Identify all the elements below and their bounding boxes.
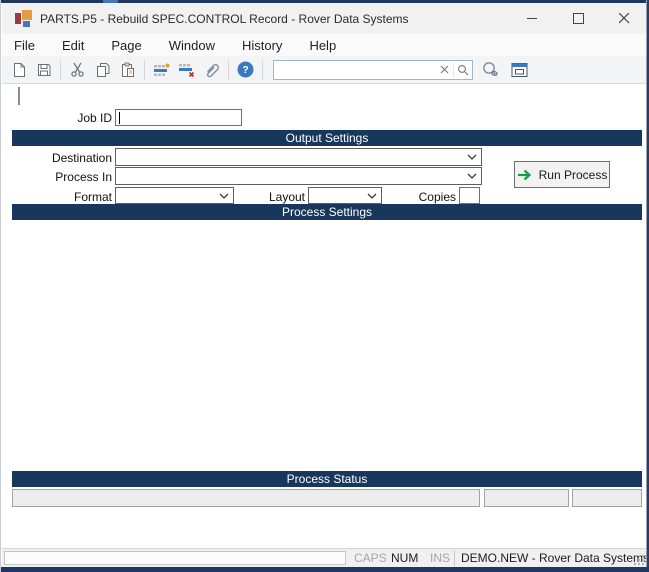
new-document-icon[interactable] bbox=[6, 58, 31, 82]
search-box bbox=[273, 59, 473, 80]
toolbar: ? bbox=[2, 56, 647, 84]
menubar: File Edit Page Window History Help bbox=[2, 34, 647, 56]
statusbar-message-panel bbox=[4, 551, 346, 565]
menu-file[interactable]: File bbox=[4, 36, 45, 55]
attach-icon[interactable] bbox=[199, 58, 224, 82]
run-arrow-icon bbox=[517, 169, 531, 180]
chevron-down-icon bbox=[467, 154, 477, 160]
num-indicator: NUM bbox=[391, 551, 419, 565]
save-icon[interactable] bbox=[31, 58, 56, 82]
process-in-select[interactable] bbox=[115, 167, 482, 185]
cut-icon[interactable] bbox=[65, 58, 90, 82]
run-process-label: Run Process bbox=[538, 167, 608, 182]
copy-icon[interactable] bbox=[90, 58, 115, 82]
chevron-down-icon bbox=[219, 193, 229, 199]
search-input[interactable] bbox=[274, 61, 435, 78]
paste-icon[interactable] bbox=[115, 58, 140, 82]
job-id-label: Job ID bbox=[77, 111, 112, 125]
window-title: PARTS.P5 - Rebuild SPEC.CONTROL Record -… bbox=[40, 11, 409, 26]
layout-select[interactable] bbox=[308, 187, 382, 204]
caps-indicator: CAPS bbox=[354, 551, 387, 565]
resize-grip-icon[interactable] bbox=[634, 555, 644, 565]
app-window: PARTS.P5 - Rebuild SPEC.CONTROL Record -… bbox=[0, 0, 649, 572]
connection-status: DEMO.NEW - Rover Data Systems bbox=[461, 551, 649, 565]
find-record-icon[interactable] bbox=[478, 58, 503, 82]
menu-help[interactable]: Help bbox=[299, 36, 346, 55]
close-icon[interactable] bbox=[601, 3, 647, 34]
job-id-caret bbox=[119, 112, 120, 124]
minimize-icon[interactable] bbox=[509, 3, 555, 34]
destination-label: Destination bbox=[51, 151, 112, 165]
menu-page[interactable]: Page bbox=[101, 36, 151, 55]
ins-indicator: INS bbox=[430, 551, 451, 565]
maximize-icon[interactable] bbox=[555, 3, 601, 34]
toolbar-separator bbox=[262, 59, 263, 80]
window-controls bbox=[509, 3, 647, 34]
process-status-header: Process Status bbox=[12, 471, 642, 487]
chevron-down-icon bbox=[467, 173, 477, 179]
menu-edit[interactable]: Edit bbox=[52, 36, 94, 55]
delete-rows-icon[interactable] bbox=[174, 58, 199, 82]
copies-label: Copies bbox=[418, 190, 456, 204]
menu-history[interactable]: History bbox=[232, 36, 292, 55]
process-status-field-2 bbox=[484, 489, 569, 507]
process-settings-header: Process Settings bbox=[12, 204, 642, 220]
layout-label: Layout bbox=[268, 190, 305, 204]
run-process-button[interactable]: Run Process bbox=[514, 161, 610, 188]
search-icon[interactable] bbox=[454, 61, 472, 79]
form-area: Job ID Output Settings Destination Proce… bbox=[2, 84, 647, 548]
layout-icon[interactable] bbox=[507, 58, 532, 82]
text-caret bbox=[18, 87, 20, 105]
process-status-field-main bbox=[12, 489, 480, 507]
format-select[interactable] bbox=[115, 187, 234, 204]
clear-search-icon[interactable] bbox=[435, 61, 453, 79]
statusbar-separator bbox=[454, 550, 455, 566]
toolbar-separator bbox=[60, 59, 61, 80]
app-logo-icon bbox=[15, 10, 32, 27]
job-id-input[interactable] bbox=[115, 109, 242, 126]
process-in-label: Process In bbox=[55, 170, 112, 184]
output-settings-header: Output Settings bbox=[12, 130, 642, 146]
process-status-field-3 bbox=[572, 489, 642, 507]
window-bottom-border bbox=[1, 567, 649, 572]
statusbar: CAPS NUM INS DEMO.NEW - Rover Data Syste… bbox=[2, 548, 649, 567]
menu-window[interactable]: Window bbox=[159, 36, 225, 55]
chevron-down-icon bbox=[367, 193, 377, 199]
copies-input[interactable] bbox=[459, 187, 480, 204]
window-top-border-accent bbox=[103, 0, 118, 3]
window-top-border bbox=[1, 0, 649, 3]
format-label: Format bbox=[73, 190, 112, 204]
titlebar: PARTS.P5 - Rebuild SPEC.CONTROL Record -… bbox=[2, 3, 647, 34]
destination-select[interactable] bbox=[115, 148, 482, 166]
insert-rows-icon[interactable] bbox=[149, 58, 174, 82]
svg-text:?: ? bbox=[242, 65, 248, 76]
help-icon[interactable]: ? bbox=[233, 58, 258, 82]
toolbar-separator bbox=[144, 59, 145, 80]
toolbar-separator bbox=[228, 59, 229, 80]
